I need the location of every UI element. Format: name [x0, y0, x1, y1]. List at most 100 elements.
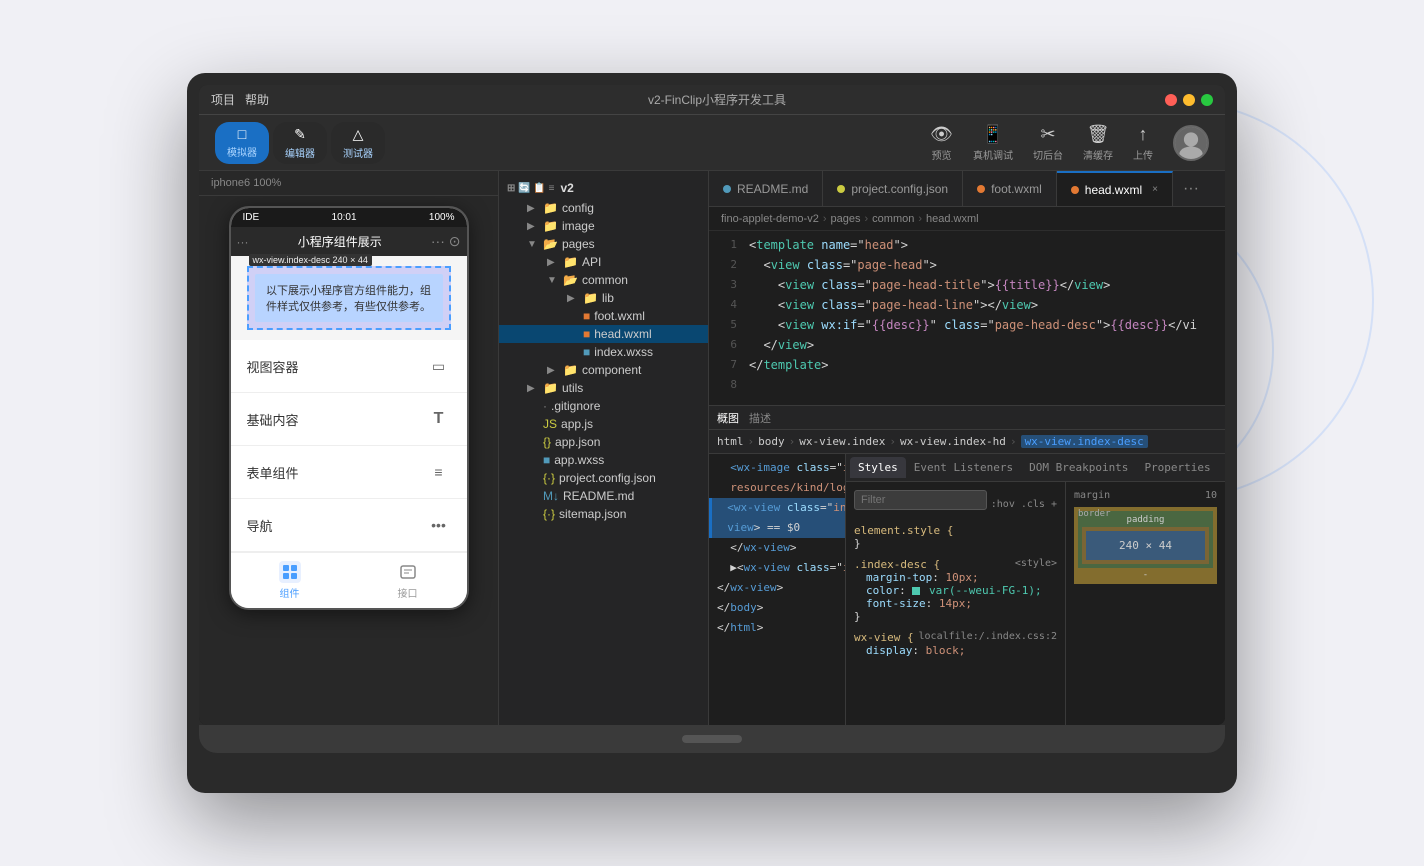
code-editor[interactable]: 1 <template name="head"> 2 <view class="…: [709, 231, 1225, 725]
list-item-basic-content[interactable]: 基础内容 T: [231, 393, 467, 446]
tree-item-project-config[interactable]: ▶ {·} project.config.json: [499, 469, 708, 487]
path-wx-view-index-desc[interactable]: wx-view.index-desc: [1021, 435, 1148, 448]
tree-item-index-wxss[interactable]: ▶ ■ index.wxss: [499, 343, 708, 361]
tree-label-component: component: [582, 363, 641, 377]
folder-icon-config: 📁: [543, 201, 558, 215]
tab-overflow-button[interactable]: ···: [1173, 171, 1209, 206]
code-line-2: 2 <view class="page-head">: [709, 255, 1225, 275]
tree-item-image[interactable]: ▶ 📁 image: [499, 217, 708, 235]
tree-item-app-json[interactable]: ▶ {} app.json: [499, 433, 708, 451]
tree-item-common[interactable]: ▼ 📂 common: [499, 271, 708, 289]
code-line-4: 4 <view class="page-head-line"></view>: [709, 295, 1225, 315]
remote-debug-action[interactable]: 📱 真机调试: [973, 124, 1013, 162]
dom-line-8: </body>: [709, 598, 845, 618]
styles-rule-element: element.style { }: [854, 524, 1057, 550]
phone-bottom-nav: 组件 接口: [231, 552, 467, 608]
upload-icon: ↑: [1139, 124, 1148, 145]
user-avatar[interactable]: [1173, 125, 1209, 161]
path-html[interactable]: html: [717, 435, 744, 448]
breadcrumb-item-common[interactable]: common: [872, 213, 914, 225]
minimize-window-button[interactable]: [1183, 94, 1195, 106]
mode-buttons: □ 模拟器 ✎ 编辑器 △ 测试器: [215, 122, 385, 164]
tree-item-api[interactable]: ▶ 📁 API: [499, 253, 708, 271]
tree-label-project-config: project.config.json: [559, 471, 656, 485]
path-wx-view-index[interactable]: wx-view.index: [799, 435, 885, 448]
styles-tab-styles[interactable]: Styles: [850, 457, 906, 478]
styles-filter-input[interactable]: [854, 490, 987, 510]
test-mode-button[interactable]: △ 测试器: [331, 122, 385, 164]
phone-nav-interface[interactable]: 接口: [397, 561, 419, 600]
maximize-window-button[interactable]: [1201, 94, 1213, 106]
preview-label: 预览: [932, 147, 952, 162]
path-body[interactable]: body: [758, 435, 785, 448]
list-item-nav[interactable]: 导航 •••: [231, 499, 467, 552]
devtools-tab-desc[interactable]: 描述: [749, 410, 771, 426]
phone-battery: 100%: [429, 212, 455, 223]
tree-item-utils[interactable]: ▶ 📁 utils: [499, 379, 708, 397]
tree-item-sitemap[interactable]: ▶ {·} sitemap.json: [499, 505, 708, 523]
tree-item-head-wxml[interactable]: ▶ ■ head.wxml: [499, 325, 708, 343]
tree-label-config: config: [562, 201, 594, 215]
phone-panel: iphone6 100% IDE 10:01 100% ··· 小程序组: [199, 171, 499, 725]
gitignore-icon: ·: [543, 399, 547, 413]
components-nav-icon: [279, 561, 301, 583]
box-model-panel: margin 10 border padding: [1065, 482, 1225, 725]
phone-app-bar: ··· 小程序组件展示 ··· ⊙: [231, 227, 467, 256]
styles-tab-dom-breakpoints[interactable]: DOM Breakpoints: [1021, 457, 1136, 478]
simulate-mode-button[interactable]: □ 模拟器: [215, 122, 269, 164]
cut-background-action[interactable]: ✂ 切后台: [1033, 124, 1063, 162]
breadcrumb-item-file[interactable]: head.wxml: [926, 213, 979, 225]
upload-label: 上传: [1133, 147, 1153, 162]
tree-label-sitemap: sitemap.json: [559, 507, 626, 521]
tree-label-common: common: [582, 273, 628, 287]
tab-project-config[interactable]: project.config.json: [823, 171, 963, 206]
interface-nav-label: 接口: [398, 585, 418, 600]
code-line-7: 7 </template>: [709, 355, 1225, 375]
list-item-icon: •••: [427, 513, 451, 537]
phone-app-title: 小程序组件展示: [298, 233, 382, 250]
code-lines-container: 1 <template name="head"> 2 <view class="…: [709, 231, 1225, 405]
styles-tab-properties[interactable]: Properties: [1136, 457, 1218, 478]
box-padding: 240 × 44: [1082, 527, 1209, 564]
clear-cache-action[interactable]: 🗑 清缓存: [1083, 124, 1113, 162]
preview-action[interactable]: 👁 预览: [930, 124, 953, 162]
tree-item-lib[interactable]: ▶ 📁 lib: [499, 289, 708, 307]
file-tree: ⊞ 🔄 📋 ≡ v2 ▶ 📁 config ▶ 📁 image: [499, 171, 709, 725]
styles-tab-accessibility[interactable]: Accessibility: [1219, 457, 1225, 478]
phone-status-bar: IDE 10:01 100%: [231, 208, 467, 227]
interface-nav-icon: [397, 561, 419, 583]
phone-nav-components[interactable]: 组件: [279, 561, 301, 600]
close-window-button[interactable]: [1165, 94, 1177, 106]
tree-item-pages[interactable]: ▼ 📂 pages: [499, 235, 708, 253]
edit-mode-button[interactable]: ✎ 编辑器: [273, 122, 327, 164]
tree-item-config[interactable]: ▶ 📁 config: [499, 199, 708, 217]
tab-close-head[interactable]: ×: [1152, 184, 1158, 195]
list-item-form[interactable]: 表单组件 ≡: [231, 446, 467, 499]
tree-item-component[interactable]: ▶ 📁 component: [499, 361, 708, 379]
breadcrumb-item-pages[interactable]: pages: [831, 213, 861, 225]
styles-tab-event-listeners[interactable]: Event Listeners: [906, 457, 1021, 478]
tree-item-readme[interactable]: ▶ M↓ README.md: [499, 487, 708, 505]
path-wx-view-index-hd[interactable]: wx-view.index-hd: [900, 435, 1006, 448]
tab-foot-wxml[interactable]: foot.wxml: [963, 171, 1057, 206]
tab-label-foot: foot.wxml: [991, 182, 1042, 196]
menu-item-help[interactable]: 帮助: [245, 91, 269, 108]
breadcrumb-item-root[interactable]: fino-applet-demo-v2: [721, 213, 819, 225]
dom-line-6: ▶<wx-view class="index-bd">_</wx-view>: [709, 558, 845, 578]
tree-item-foot-wxml[interactable]: ▶ ■ foot.wxml: [499, 307, 708, 325]
list-item-icon: ▭: [427, 354, 451, 378]
test-icon: △: [353, 126, 364, 143]
folder-icon-component: 📁: [563, 363, 578, 377]
tab-readme[interactable]: README.md: [709, 171, 823, 206]
tree-item-gitignore[interactable]: ▶ · .gitignore: [499, 397, 708, 415]
menu-item-project[interactable]: 项目: [211, 91, 235, 108]
folder-icon-utils: 📁: [543, 381, 558, 395]
code-line-6: 6 </view>: [709, 335, 1225, 355]
tree-item-app-wxss[interactable]: ▶ ■ app.wxss: [499, 451, 708, 469]
tab-head-wxml[interactable]: head.wxml ×: [1057, 171, 1173, 206]
devtools-tab-overview[interactable]: 概图: [717, 410, 739, 426]
tree-item-app-js[interactable]: ▶ JS app.js: [499, 415, 708, 433]
list-item-view-container[interactable]: 视图容器 ▭: [231, 340, 467, 393]
upload-action[interactable]: ↑ 上传: [1133, 124, 1153, 162]
cut-background-label: 切后台: [1033, 147, 1063, 162]
